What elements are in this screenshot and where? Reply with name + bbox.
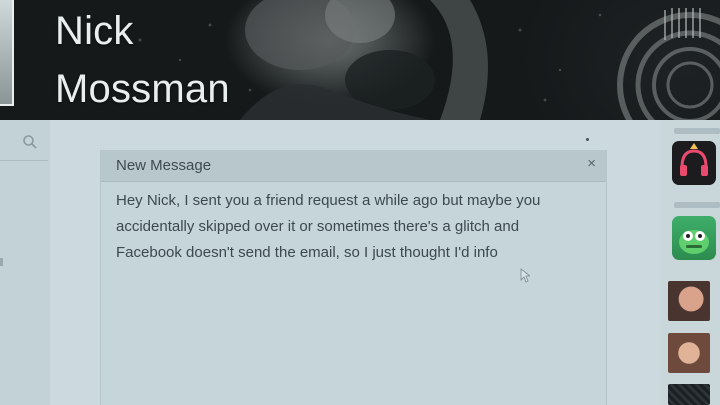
friend-avatar[interactable] <box>668 384 710 405</box>
friend-avatar[interactable] <box>668 333 710 373</box>
cover-photo: Nick Mossman <box>0 0 720 120</box>
profile-name[interactable]: Nick Mossman <box>55 2 315 118</box>
menu-dot-icon <box>586 138 589 141</box>
profile-first-name: Nick <box>55 9 134 53</box>
profile-last-name: Mossman <box>55 67 230 111</box>
search-box[interactable] <box>0 128 48 161</box>
message-header: New Message × <box>101 150 606 182</box>
text-cursor-icon <box>520 268 530 283</box>
left-sidebar <box>0 120 51 405</box>
profile-picture[interactable] <box>0 0 14 106</box>
search-icon[interactable] <box>22 134 38 150</box>
music-app-tile[interactable] <box>672 141 716 185</box>
new-message-window[interactable]: New Message × Hey Nick, I sent you a fri… <box>100 150 607 405</box>
friend-avatar[interactable] <box>668 281 710 321</box>
sidebar-section-label <box>674 202 720 208</box>
sidebar-section-label <box>674 128 720 134</box>
sidebar-marker <box>0 258 3 266</box>
green-monster-icon <box>679 230 709 254</box>
headphones-icon <box>680 143 708 176</box>
message-textarea[interactable]: Hey Nick, I sent you a friend request a … <box>116 188 596 266</box>
game-app-tile[interactable] <box>672 216 716 260</box>
close-icon[interactable]: × <box>587 155 596 172</box>
message-title: New Message <box>116 157 212 174</box>
